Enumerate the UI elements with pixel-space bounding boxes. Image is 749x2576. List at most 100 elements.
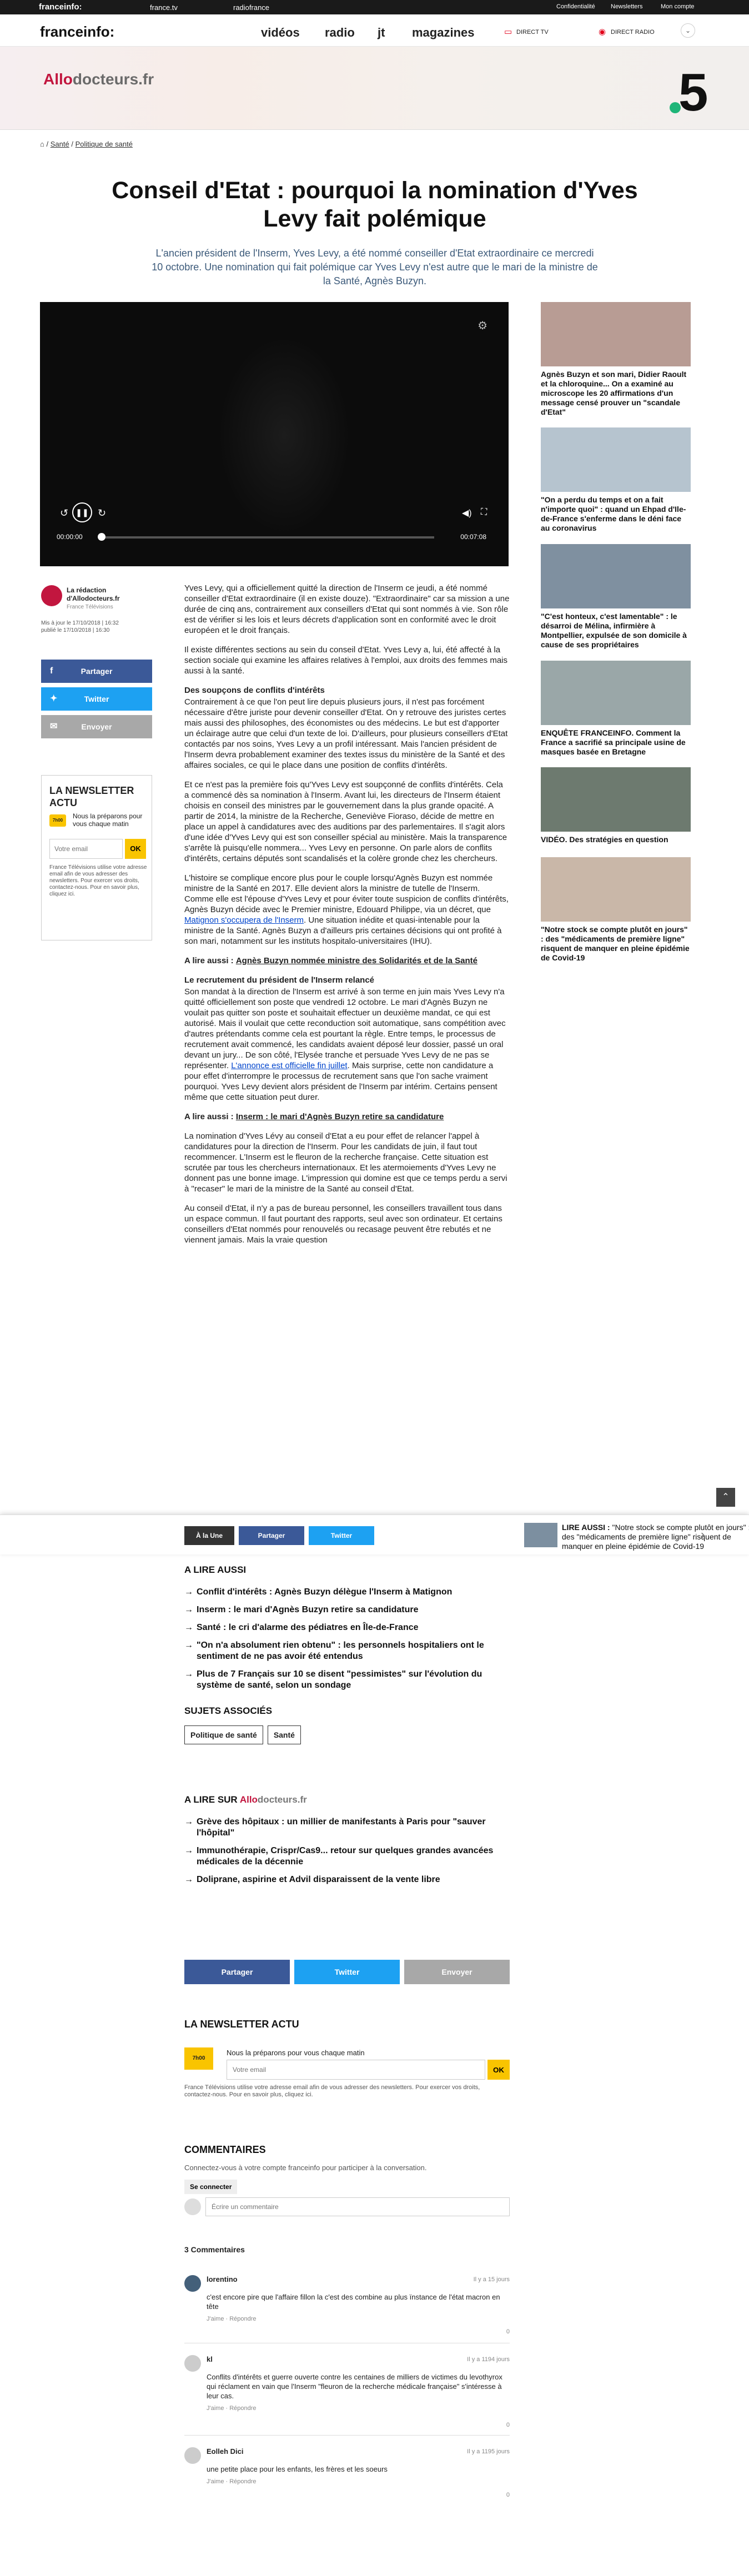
newsletter-ok-button[interactable]: OK	[125, 839, 146, 859]
list-item[interactable]: Conflit d'intérêts : Agnès Buzyn délègue…	[184, 1587, 510, 1598]
comment-likes: 0	[506, 2422, 510, 2428]
breadcrumb-politique[interactable]: Politique de santé	[76, 140, 133, 148]
section-title-text: A LIRE SUR	[184, 1794, 238, 1805]
allodocteurs-mini-logo-a: Allo	[239, 1794, 258, 1805]
account-link[interactable]: Mon compte	[661, 3, 695, 10]
comment-date: Il y a 15 jours	[473, 2276, 510, 2283]
list-item[interactable]: "On n'a absolument rien obtenu" : les pe…	[184, 1640, 510, 1662]
comment-author[interactable]: kl	[207, 2355, 510, 2363]
avatar	[41, 585, 62, 606]
pause-button[interactable]: ❚❚	[72, 502, 92, 522]
list-item[interactable]: Doliprane, aspirine et Advil disparaisse…	[184, 1874, 510, 1885]
home-icon[interactable]: ⌂	[40, 140, 44, 148]
nav-magazines[interactable]: magazines	[412, 26, 475, 40]
mail-icon: ✉	[50, 722, 58, 731]
email-share-button[interactable]: ✉ Envoyer	[41, 715, 152, 738]
main-nav: franceinfo: vidéos radio jt magazines ▭ …	[0, 14, 749, 47]
chevron-up-icon[interactable]: ⌃	[716, 1488, 735, 1507]
list-item[interactable]: Santé : le cri d'alarme des pédiatres en…	[184, 1622, 510, 1633]
rail-card[interactable]: Agnès Buzyn et son mari, Didier Raoult e…	[541, 302, 691, 417]
confidentialite-link[interactable]: Confidentialité	[556, 3, 595, 10]
chevron-right-icon[interactable]: ›	[701, 1527, 705, 1543]
read-also-inline: A lire aussi : Inserm : le mari d'Agnès …	[184, 1111, 510, 1122]
comments-title: COMMENTAIRES	[184, 2144, 266, 2155]
francetv-link[interactable]: france.tv	[150, 3, 178, 12]
rail-card[interactable]: "C'est honteux, c'est lamentable" : le d…	[541, 544, 691, 650]
divider	[184, 2435, 510, 2436]
sticky-thumbnail	[524, 1523, 557, 1547]
read-also-link[interactable]: Inserm : le mari d'Agnès Buzyn retire sa…	[236, 1112, 444, 1121]
read-also-link[interactable]: Agnès Buzyn nommée ministre des Solidari…	[236, 956, 477, 965]
comment-actions[interactable]: J'aime · Répondre	[207, 2478, 510, 2485]
sticky-read-also[interactable]: LIRE AUSSI : "Notre stock se compte plut…	[562, 1523, 749, 1551]
volume-icon[interactable]: ◀)	[462, 507, 472, 519]
list-item[interactable]: Inserm : le mari d'Agnès Buzyn retire sa…	[184, 1604, 510, 1616]
chevron-down-icon[interactable]: ⌄	[681, 23, 695, 38]
rail-card-image	[541, 302, 691, 366]
comment-actions[interactable]: J'aime · Répondre	[207, 2316, 510, 2322]
sticky-bar: À la Une Partager Twitter LIRE AUSSI : "…	[0, 1515, 749, 1554]
comment-actions[interactable]: J'aime · Répondre	[207, 2405, 510, 2412]
allodocteurs-banner: Allodocteurs.fr 5	[0, 47, 749, 130]
forward-icon[interactable]: ↻	[98, 507, 106, 519]
a-la-une-button[interactable]: À la Une	[184, 1526, 234, 1545]
video-progress-bar[interactable]	[101, 536, 434, 539]
rail-card-image	[541, 427, 691, 492]
newsletter-text: Nous la préparons pour vous chaque matin	[73, 812, 143, 828]
newsletters-link[interactable]: Newsletters	[611, 3, 642, 10]
franceinfo-logo[interactable]: franceinfo:	[40, 23, 114, 41]
facebook-share-button[interactable]: f Partager	[41, 660, 152, 683]
twitter-share-button[interactable]: ✦ Twitter	[41, 687, 152, 711]
read-also-label: A lire aussi :	[184, 956, 234, 965]
list-item[interactable]: Plus de 7 Français sur 10 se disent "pes…	[184, 1669, 510, 1691]
list-item[interactable]: Grève des hôpitaux : un millier de manif…	[184, 1817, 510, 1839]
facebook-share-label: Partager	[81, 667, 113, 676]
email-share-button[interactable]: Envoyer	[404, 1960, 510, 1984]
share-bar: Partager Twitter Envoyer	[184, 1960, 510, 1984]
paragraph: Son mandat à la direction de l'Inserm es…	[184, 987, 510, 1103]
franceinfo-top-logo[interactable]: franceinfo:	[39, 2, 82, 12]
comment-input[interactable]	[205, 2197, 510, 2216]
sticky-facebook-button[interactable]: Partager	[239, 1526, 304, 1545]
comment-author[interactable]: Eolleh Dici	[207, 2447, 510, 2456]
france5-logo[interactable]: 5	[678, 62, 708, 123]
direct-radio-link[interactable]: DIRECT RADIO	[611, 29, 655, 36]
newsletter-ok-button[interactable]: OK	[487, 2060, 510, 2080]
top-bar: franceinfo: france.tv radiofrance Confid…	[0, 0, 749, 14]
article-body: Yves Levy, qui a officiellement quitté l…	[184, 583, 510, 1254]
twitter-share-button[interactable]: Twitter	[294, 1960, 400, 1984]
nav-videos[interactable]: vidéos	[261, 26, 300, 40]
list-item[interactable]: Immunothérapie, Crispr/Cas9... retour su…	[184, 1845, 510, 1868]
rail-card[interactable]: VIDÉO. Des stratégies en question	[541, 767, 691, 844]
video-player[interactable]: ⚙ ↺ ❚❚ ↻ ◀) ⛶ 00:00:00 00:07:08	[40, 302, 509, 566]
rail-card[interactable]: "Notre stock se compte plutôt en jours" …	[541, 857, 691, 963]
gear-icon[interactable]: ⚙	[477, 319, 487, 333]
sticky-twitter-button[interactable]: Twitter	[309, 1526, 374, 1545]
allodocteurs-list: Grève des hôpitaux : un millier de manif…	[184, 1817, 510, 1885]
paragraph-text: Son mandat à la direction de l'Inserm es…	[184, 987, 506, 1070]
nav-jt[interactable]: jt	[378, 26, 385, 40]
direct-tv-link[interactable]: DIRECT TV	[516, 29, 549, 36]
comment-author[interactable]: lorentino	[207, 2275, 510, 2283]
rail-card[interactable]: ENQUÊTE FRANCEINFO. Comment la France a …	[541, 661, 691, 757]
annonce-link[interactable]: L'annonce est officielle fin juillet	[231, 1061, 347, 1070]
video-time-total: 00:07:08	[460, 533, 486, 541]
rail-card[interactable]: "On a perdu du temps et on a fait n'impo…	[541, 427, 691, 533]
login-button[interactable]: Se connecter	[184, 2180, 238, 2194]
radiofrance-link[interactable]: radiofrance	[233, 3, 269, 12]
tag-politique-de-sante[interactable]: Politique de santé	[184, 1725, 263, 1744]
matignon-link[interactable]: Matignon s'occupera de l'Inserm	[184, 915, 304, 925]
allodocteurs-logo[interactable]: Allodocteurs.fr	[43, 71, 154, 88]
nav-radio[interactable]: radio	[325, 26, 355, 40]
twitter-icon: ✦	[50, 694, 58, 703]
author-name[interactable]: La rédaction d'Allodocteurs.fr	[67, 586, 150, 603]
email-field[interactable]	[227, 2060, 485, 2080]
facebook-share-button[interactable]: Partager	[184, 1960, 290, 1984]
rewind-icon[interactable]: ↺	[60, 507, 68, 519]
video-progress-knob[interactable]	[98, 533, 105, 541]
tag-sante[interactable]: Santé	[267, 1725, 301, 1744]
breadcrumb-sante[interactable]: Santé	[51, 140, 69, 148]
fullscreen-icon[interactable]: ⛶	[481, 507, 487, 517]
email-field[interactable]	[49, 839, 123, 859]
newsletter-badge: 7h00	[184, 2047, 213, 2070]
